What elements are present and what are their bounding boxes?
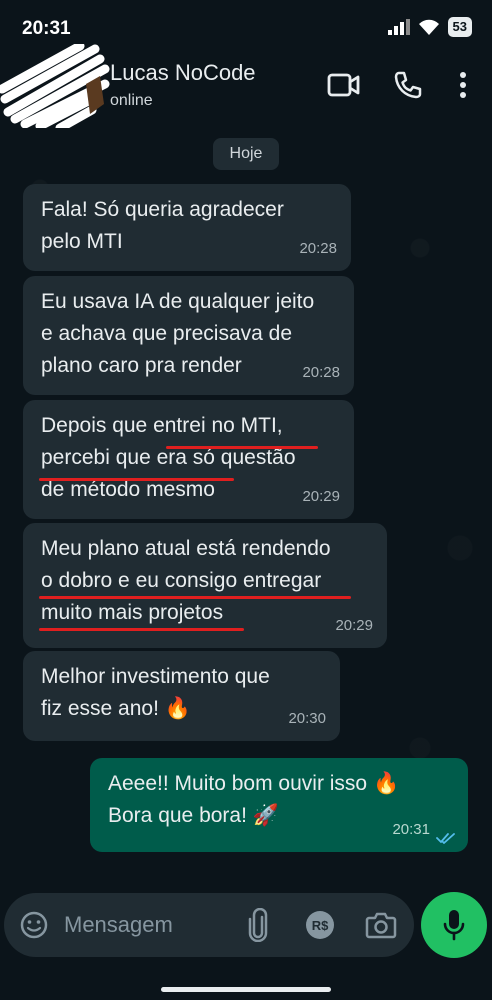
message-input-bar[interactable]: Mensagem R$ <box>4 893 414 957</box>
double-check-icon <box>436 833 455 844</box>
highlight-underline <box>39 478 234 481</box>
message-bubble-outgoing[interactable]: Aeee!! Muito bom ouvir isso 🔥 Bora que b… <box>90 758 468 852</box>
message-time: 20:28 <box>302 364 340 381</box>
attach-icon[interactable] <box>247 908 269 942</box>
message-time: 20:29 <box>302 488 340 505</box>
date-chip: Hoje <box>213 138 279 170</box>
message-text: Meu plano atual está rendendo o dobro e … <box>41 537 331 624</box>
contact-name[interactable]: Lucas NoCode <box>110 60 256 86</box>
home-indicator[interactable] <box>161 987 331 992</box>
message-text: Melhor investimento que fiz esse ano! 🔥 <box>41 665 270 720</box>
message-text: Depois que entrei no MTI, percebi que er… <box>41 414 296 501</box>
camera-icon[interactable] <box>365 910 397 940</box>
highlight-underline <box>39 628 244 631</box>
more-icon[interactable] <box>456 70 470 100</box>
chat-header: Lucas NoCode online <box>0 44 492 128</box>
contact-status: online <box>110 92 153 109</box>
message-bubble[interactable]: Eu usava IA de qualquer jeito e achava q… <box>23 276 354 395</box>
message-bubble[interactable]: Depois que entrei no MTI, percebi que er… <box>23 400 354 519</box>
message-bubble[interactable]: Fala! Só queria agradecer pelo MTI 20:28 <box>23 184 351 271</box>
svg-text:R$: R$ <box>312 918 329 933</box>
video-call-icon[interactable] <box>327 70 361 100</box>
message-time: 20:29 <box>335 617 373 634</box>
mic-button[interactable] <box>421 892 487 958</box>
message-bubble[interactable]: Melhor investimento que fiz esse ano! 🔥 … <box>23 651 340 741</box>
message-time: 20:30 <box>288 710 326 727</box>
battery-level: 53 <box>447 17 472 37</box>
status-time: 20:31 <box>22 18 71 39</box>
message-text: Eu usava IA de qualquer jeito e achava q… <box>41 290 315 377</box>
emoji-icon[interactable] <box>19 910 49 940</box>
signal-icon <box>387 19 410 35</box>
chat-area[interactable]: Hoje Fala! Só queria agradecer pelo MTI … <box>0 128 492 880</box>
mic-icon <box>443 910 465 941</box>
phone-icon[interactable] <box>393 70 423 100</box>
message-text: Fala! Só queria agradecer pelo MTI <box>41 198 284 253</box>
message-bubble[interactable]: Meu plano atual está rendendo o dobro e … <box>23 523 387 648</box>
message-time: 20:31 <box>392 821 430 838</box>
message-input[interactable]: Mensagem <box>64 912 173 938</box>
payment-icon[interactable]: R$ <box>304 909 336 941</box>
message-time: 20:28 <box>299 240 337 257</box>
redacted-avatar-scribble <box>0 44 110 128</box>
status-icons: 53 <box>387 17 472 37</box>
highlight-underline <box>39 596 351 599</box>
highlight-underline <box>166 446 318 449</box>
wifi-icon <box>418 19 439 35</box>
